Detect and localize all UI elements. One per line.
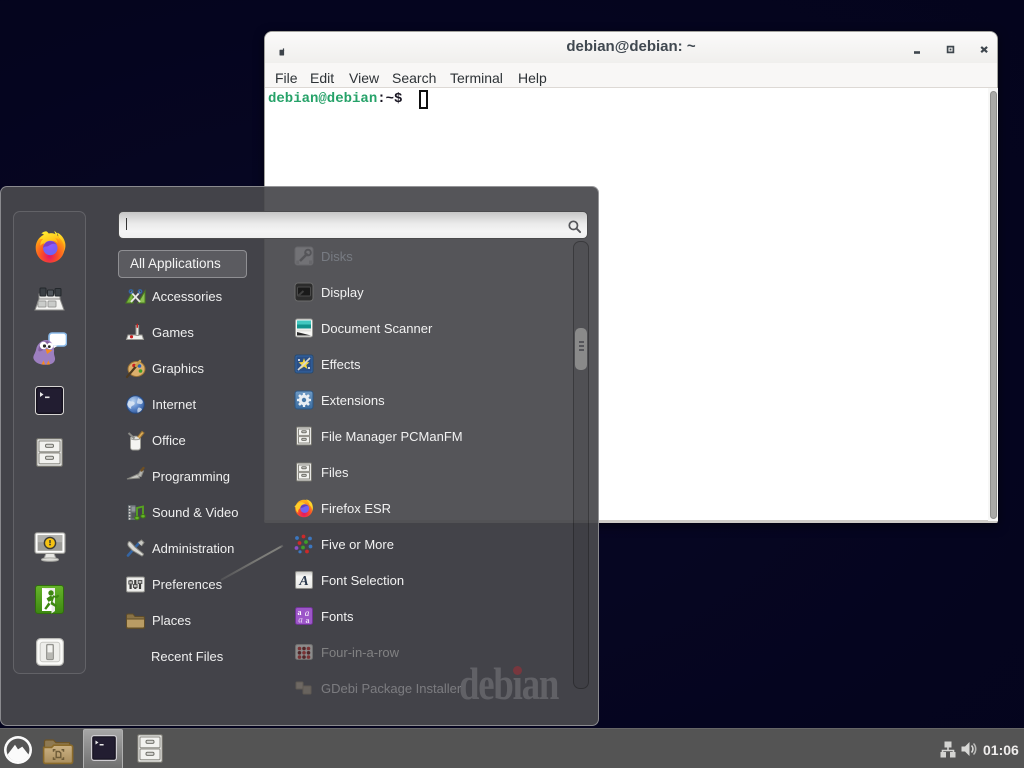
svg-text:A: A xyxy=(298,574,308,589)
svg-text:a: a xyxy=(298,615,303,625)
svg-text:a: a xyxy=(306,616,310,625)
